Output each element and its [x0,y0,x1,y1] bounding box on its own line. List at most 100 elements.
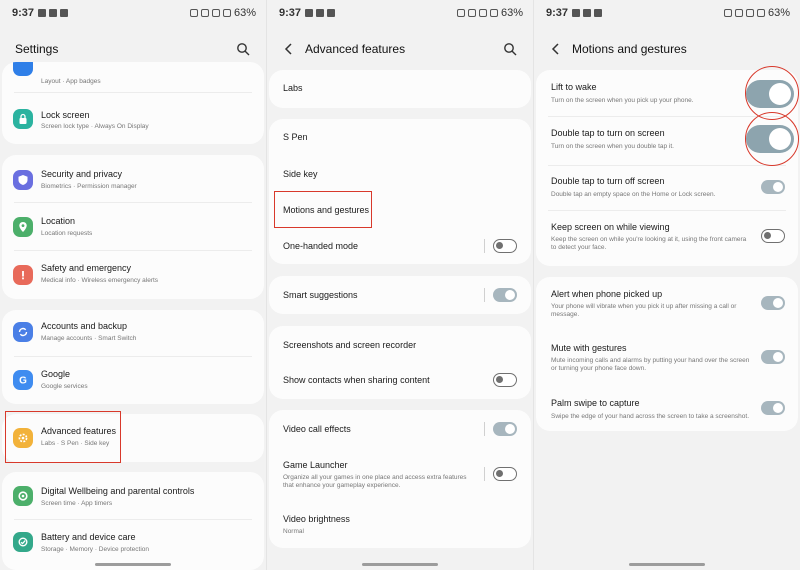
advanced-item-label: Smart suggestions [283,290,358,300]
location-pin-icon [13,217,33,237]
settings-item-sub: Biometrics · Permission manager [41,183,137,190]
highlight-circle [745,112,799,166]
motions-gestures-panel: 9:37 63% Motions and gestures Lift to wa… [534,0,800,570]
one-handed-toggle[interactable] [493,239,517,253]
advanced-item-game-launcher[interactable]: Game Launcher Organize all your games in… [269,448,531,502]
wifi-icon [211,9,220,17]
settings-item-security[interactable]: Security and privacy Biometrics · Permis… [2,155,264,201]
wellbeing-icon [13,486,33,506]
wifi-icon [478,9,487,17]
dnd-icon [756,9,765,17]
status-time: 9:37 [279,7,302,19]
lock-icon [13,109,33,129]
shield-icon [13,170,33,190]
advanced-item-screenshots[interactable]: Screenshots and screen recorder [269,326,531,362]
back-arrow-icon[interactable] [279,39,299,59]
settings-item-sub: Screen time · App timers [41,500,113,507]
advanced-item-label: Video call effects [283,424,351,434]
status-time: 9:37 [12,7,35,19]
advanced-item-label: Side key [283,169,318,179]
motions-item-double-tap-off[interactable]: Double tap to turn off screen Double tap… [536,166,798,210]
advanced-item-sub: Normal [283,528,304,535]
motions-item-sub: Keep the screen on while you're looking … [551,236,747,251]
highlight-box [274,191,372,228]
settings-group-5: Digital Wellbeing and parental controls … [2,472,264,570]
search-icon[interactable] [501,40,519,58]
settings-item-battery[interactable]: Battery and device care Storage · Memory… [2,520,264,568]
game-launcher-toggle[interactable] [493,467,517,481]
back-arrow-icon[interactable] [546,39,566,59]
page-title: Motions and gestures [572,42,687,56]
dnd-icon [222,9,231,17]
advanced-item-video-call-effects[interactable]: Video call effects [269,410,531,448]
battery-level: 63% [233,7,256,19]
advanced-item-label: Screenshots and screen recorder [283,340,417,350]
settings-item-home-screen[interactable]: Layout · App badges [2,62,264,90]
advanced-item-side-key[interactable]: Side key [269,155,531,191]
gallery-notification-icon [38,9,47,17]
motions-item-sub: Swipe the edge of your hand across the s… [551,413,750,420]
gallery-notification-icon [572,9,581,17]
sync-icon [13,322,33,342]
alarm-icon [189,9,198,17]
search-icon[interactable] [234,40,252,58]
gesture-nav-bar[interactable] [362,563,438,566]
motions-item-sub: Turn on the screen when you double tap i… [551,143,674,150]
settings-item-sub: Manage accounts · Smart Switch [41,335,137,342]
drive-notification-icon [49,9,58,17]
advanced-item-sub: Organize all your games in one place and… [283,474,467,489]
settings-item-sub: Medical info · Wireless emergency alerts [41,277,159,284]
settings-group-2: Security and privacy Biometrics · Permis… [2,155,264,299]
settings-item-google[interactable]: G Google Google services [2,357,264,404]
alarm-icon [456,9,465,17]
alarm-icon [723,9,732,17]
advanced-item-s-pen[interactable]: S Pen [269,119,531,155]
advanced-item-smart-suggestions[interactable]: Smart suggestions [269,276,531,314]
settings-item-label: Security and privacy [41,169,123,179]
advanced-item-one-handed[interactable]: One-handed mode [269,227,531,264]
gesture-nav-bar[interactable] [629,563,705,566]
settings-item-accounts[interactable]: Accounts and backup Manage accounts · Sm… [2,310,264,356]
dnd-icon [489,9,498,17]
wifi-icon [745,9,754,17]
settings-item-digital-wellbeing[interactable]: Digital Wellbeing and parental controls … [2,472,264,518]
settings-item-location[interactable]: Location Location requests [2,203,264,250]
advanced-item-label: One-handed mode [283,241,359,251]
advanced-group-4: Screenshots and screen recorder Show con… [269,326,531,399]
settings-item-lock-screen[interactable]: Lock screen Screen lock type · Always On… [2,93,264,144]
advanced-item-label: S Pen [283,132,308,142]
settings-header: Settings [0,36,266,62]
double-tap-off-toggle[interactable] [761,180,785,194]
advanced-item-show-contacts[interactable]: Show contacts when sharing content [269,362,531,399]
smart-suggestions-toggle[interactable] [493,288,517,302]
battery-level: 63% [767,7,790,19]
advanced-group-3: Smart suggestions [269,276,531,314]
gesture-nav-bar[interactable] [95,563,171,566]
show-contacts-toggle[interactable] [493,373,517,387]
page-title: Settings [15,42,59,56]
advanced-item-labs[interactable]: Labs [269,70,531,108]
alert-picked-up-toggle[interactable] [761,296,785,310]
motions-item-sub: Your phone will vibrate when you pick it… [551,303,737,318]
advanced-item-video-brightness[interactable]: Video brightness Normal [269,502,531,548]
settings-item-safety[interactable]: Safety and emergency Medical info · Wire… [2,251,264,299]
motions-item-alert-picked-up[interactable]: Alert when phone picked up Your phone wi… [536,277,798,331]
advanced-item-label: Game Launcher [283,460,348,470]
gallery-notification-icon [305,9,314,17]
motions-item-keep-screen-on[interactable]: Keep screen on while viewing Keep the sc… [536,211,798,266]
motions-header: Motions and gestures [534,36,800,62]
battery-level: 63% [500,7,523,19]
keep-screen-on-toggle[interactable] [761,229,785,243]
settings-item-label: Safety and emergency [41,263,132,273]
status-bar: 9:37 63% [12,5,256,21]
settings-item-sub: Google services [41,383,88,390]
drive-notification-icon [583,9,592,17]
motions-item-label: Lift to wake [551,82,597,92]
status-bar: 9:37 63% [546,5,790,21]
mute-gestures-toggle[interactable] [761,350,785,364]
palm-swipe-toggle[interactable] [761,401,785,415]
motions-item-palm-swipe[interactable]: Palm swipe to capture Swipe the edge of … [536,387,798,431]
page-title: Advanced features [305,42,406,56]
video-call-effects-toggle[interactable] [493,422,517,436]
motions-item-mute-gestures[interactable]: Mute with gestures Mute incoming calls a… [536,331,798,387]
